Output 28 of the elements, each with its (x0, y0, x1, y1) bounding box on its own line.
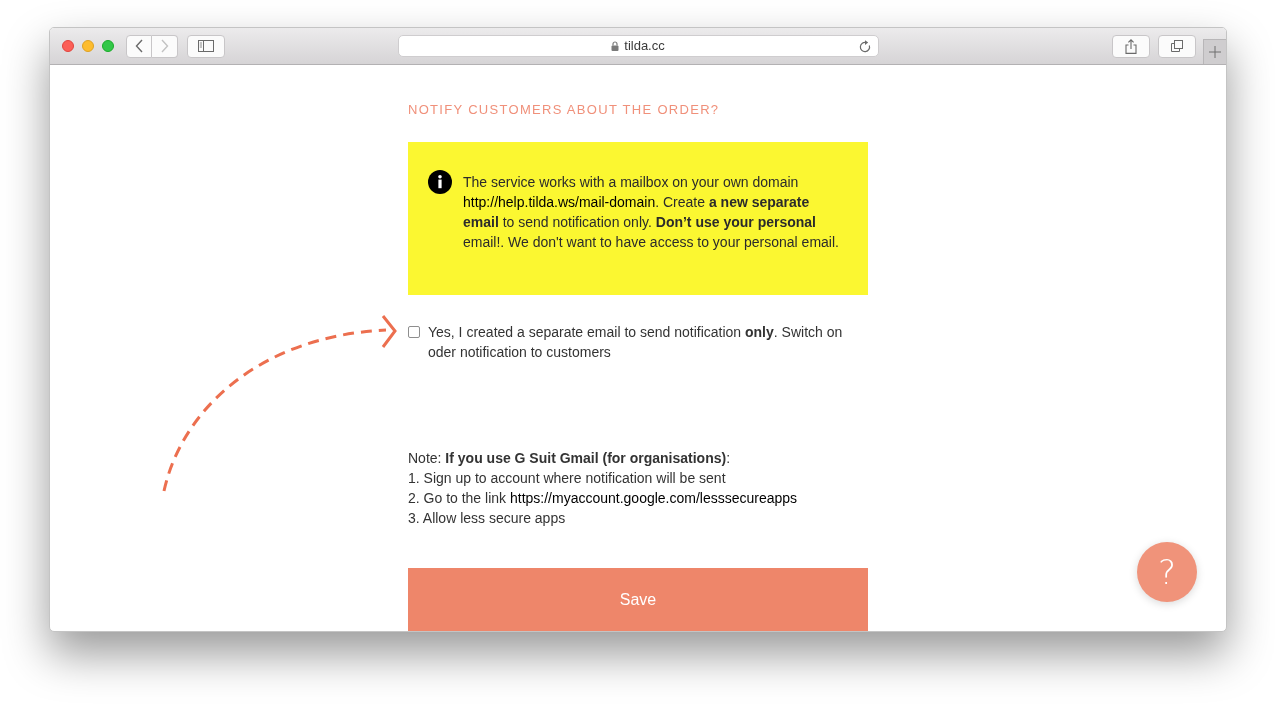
tabs-button[interactable] (1158, 34, 1196, 58)
note-step: 1. Sign up to account where notification will be sent (408, 468, 868, 488)
sidebar-icon (198, 40, 214, 52)
consent-label[interactable]: Yes, I created a separate email to send notification only. Switch on oder notification to customers (428, 322, 868, 362)
share-icon (1125, 38, 1137, 54)
chevron-left-icon (135, 39, 143, 53)
reload-icon[interactable] (858, 40, 871, 53)
section-heading: NOTIFY CUSTOMERS ABOUT THE ORDER? (408, 101, 721, 119)
back-button[interactable] (126, 34, 152, 58)
overlapping-squares-icon (1171, 40, 1183, 52)
lock-icon (611, 41, 620, 51)
notice-text: The service works with a mailbox on your own domain http://help.tilda.ws/mail-domain. Create a new separate email to send notification only. Don’t use your personal email!. We don't want to have access to your personal email. (463, 173, 840, 252)
note-heading: Note: If you use G Suit Gmail (for organisations): (408, 449, 732, 468)
chevron-right-icon (160, 39, 169, 53)
new-tab-button[interactable] (1203, 39, 1226, 64)
info-icon (428, 170, 452, 194)
dashed-arrow-icon (160, 314, 400, 494)
note-step: 3. Allow less secure apps (408, 508, 868, 528)
note-step: 2. Go to the link https://myaccount.google.com/lesssecureapps (408, 488, 868, 508)
close-button[interactable] (62, 40, 74, 52)
consent-checkbox[interactable] (408, 326, 420, 338)
plus-icon (1209, 46, 1221, 58)
address-field[interactable]: tilda.cc (397, 35, 879, 57)
minimize-button[interactable] (82, 40, 94, 52)
zoom-button[interactable] (102, 40, 114, 52)
settings-link[interactable]: https://myaccount.google.com/lesssecureapps (509, 490, 798, 506)
sidebar-button[interactable] (187, 34, 225, 58)
share-button[interactable] (1112, 34, 1150, 58)
